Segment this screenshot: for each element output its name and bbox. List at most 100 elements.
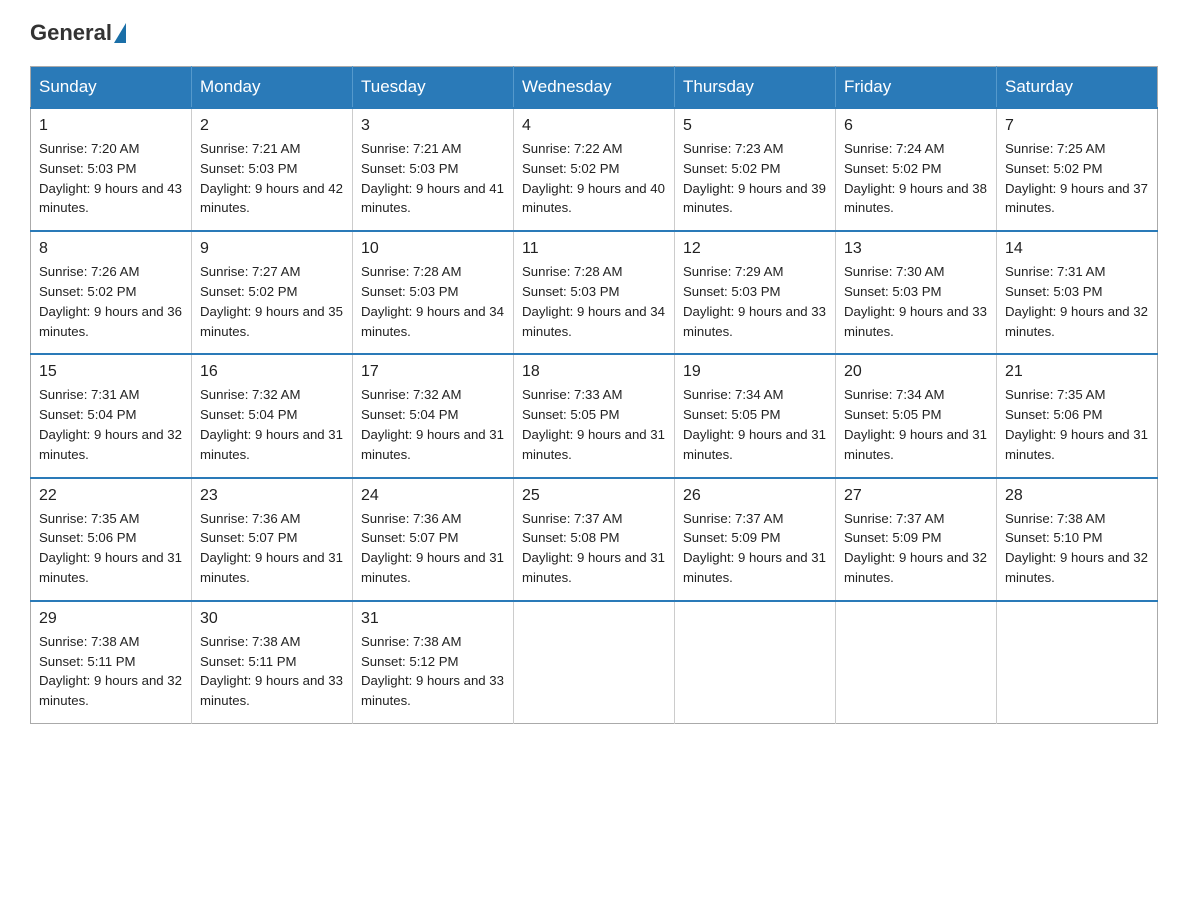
day-info: Sunrise: 7:32 AMSunset: 5:04 PMDaylight:…	[361, 385, 505, 464]
day-info: Sunrise: 7:25 AMSunset: 5:02 PMDaylight:…	[1005, 139, 1149, 218]
calendar-cell: 28 Sunrise: 7:38 AMSunset: 5:10 PMDayligh…	[997, 478, 1158, 601]
day-info: Sunrise: 7:28 AMSunset: 5:03 PMDaylight:…	[361, 262, 505, 341]
calendar-cell: 19 Sunrise: 7:34 AMSunset: 5:05 PMDayligh…	[675, 354, 836, 477]
day-number: 10	[361, 240, 505, 258]
day-number: 1	[39, 117, 183, 135]
day-number: 28	[1005, 487, 1149, 505]
day-info: Sunrise: 7:38 AMSunset: 5:11 PMDaylight:…	[200, 632, 344, 711]
day-number: 27	[844, 487, 988, 505]
day-number: 13	[844, 240, 988, 258]
calendar-cell: 23 Sunrise: 7:36 AMSunset: 5:07 PMDayligh…	[192, 478, 353, 601]
day-number: 23	[200, 487, 344, 505]
calendar-cell	[514, 601, 675, 724]
calendar-cell: 25 Sunrise: 7:37 AMSunset: 5:08 PMDayligh…	[514, 478, 675, 601]
day-header-saturday: Saturday	[997, 67, 1158, 109]
calendar-cell	[675, 601, 836, 724]
day-info: Sunrise: 7:22 AMSunset: 5:02 PMDaylight:…	[522, 139, 666, 218]
day-info: Sunrise: 7:26 AMSunset: 5:02 PMDaylight:…	[39, 262, 183, 341]
day-number: 20	[844, 363, 988, 381]
day-info: Sunrise: 7:21 AMSunset: 5:03 PMDaylight:…	[200, 139, 344, 218]
calendar-cell: 18 Sunrise: 7:33 AMSunset: 5:05 PMDayligh…	[514, 354, 675, 477]
day-number: 6	[844, 117, 988, 135]
calendar-week-row: 22 Sunrise: 7:35 AMSunset: 5:06 PMDayligh…	[31, 478, 1158, 601]
day-info: Sunrise: 7:36 AMSunset: 5:07 PMDaylight:…	[361, 509, 505, 588]
calendar-cell: 20 Sunrise: 7:34 AMSunset: 5:05 PMDayligh…	[836, 354, 997, 477]
day-info: Sunrise: 7:35 AMSunset: 5:06 PMDaylight:…	[39, 509, 183, 588]
day-number: 3	[361, 117, 505, 135]
day-info: Sunrise: 7:37 AMSunset: 5:09 PMDaylight:…	[844, 509, 988, 588]
day-number: 22	[39, 487, 183, 505]
calendar-cell: 24 Sunrise: 7:36 AMSunset: 5:07 PMDayligh…	[353, 478, 514, 601]
day-info: Sunrise: 7:20 AMSunset: 5:03 PMDaylight:…	[39, 139, 183, 218]
logo-general-text: General	[30, 20, 112, 46]
day-number: 8	[39, 240, 183, 258]
calendar-cell: 6 Sunrise: 7:24 AMSunset: 5:02 PMDaylight…	[836, 108, 997, 231]
day-info: Sunrise: 7:27 AMSunset: 5:02 PMDaylight:…	[200, 262, 344, 341]
calendar-week-row: 15Sunrise: 7:31 AMSunset: 5:04 PMDayligh…	[31, 354, 1158, 477]
day-number: 30	[200, 610, 344, 628]
day-info: Sunrise: 7:38 AMSunset: 5:12 PMDaylight:…	[361, 632, 505, 711]
day-number: 25	[522, 487, 666, 505]
calendar-cell: 30 Sunrise: 7:38 AMSunset: 5:11 PMDayligh…	[192, 601, 353, 724]
day-header-monday: Monday	[192, 67, 353, 109]
day-number: 17	[361, 363, 505, 381]
logo: General	[30, 20, 128, 46]
day-info: Sunrise: 7:32 AMSunset: 5:04 PMDaylight:…	[200, 385, 344, 464]
day-info: Sunrise: 7:36 AMSunset: 5:07 PMDaylight:…	[200, 509, 344, 588]
day-header-thursday: Thursday	[675, 67, 836, 109]
day-number: 5	[683, 117, 827, 135]
day-info: Sunrise: 7:38 AMSunset: 5:10 PMDaylight:…	[1005, 509, 1149, 588]
calendar-cell: 22 Sunrise: 7:35 AMSunset: 5:06 PMDayligh…	[31, 478, 192, 601]
day-header-sunday: Sunday	[31, 67, 192, 109]
day-info: Sunrise: 7:34 AMSunset: 5:05 PMDaylight:…	[844, 385, 988, 464]
calendar-cell	[997, 601, 1158, 724]
calendar-cell: 21Sunrise: 7:35 AMSunset: 5:06 PMDayligh…	[997, 354, 1158, 477]
day-number: 16	[200, 363, 344, 381]
day-number: 14	[1005, 240, 1149, 258]
calendar-week-row: 1 Sunrise: 7:20 AMSunset: 5:03 PMDaylight…	[31, 108, 1158, 231]
calendar-cell: 7Sunrise: 7:25 AMSunset: 5:02 PMDaylight…	[997, 108, 1158, 231]
day-number: 26	[683, 487, 827, 505]
day-info: Sunrise: 7:34 AMSunset: 5:05 PMDaylight:…	[683, 385, 827, 464]
calendar-cell: 3Sunrise: 7:21 AMSunset: 5:03 PMDaylight…	[353, 108, 514, 231]
day-info: Sunrise: 7:28 AMSunset: 5:03 PMDaylight:…	[522, 262, 666, 341]
calendar-cell: 4 Sunrise: 7:22 AMSunset: 5:02 PMDaylight…	[514, 108, 675, 231]
calendar-cell: 16 Sunrise: 7:32 AMSunset: 5:04 PMDayligh…	[192, 354, 353, 477]
day-info: Sunrise: 7:31 AMSunset: 5:03 PMDaylight:…	[1005, 262, 1149, 341]
day-number: 4	[522, 117, 666, 135]
calendar-week-row: 29 Sunrise: 7:38 AMSunset: 5:11 PMDayligh…	[31, 601, 1158, 724]
day-info: Sunrise: 7:37 AMSunset: 5:08 PMDaylight:…	[522, 509, 666, 588]
day-number: 11	[522, 240, 666, 258]
day-number: 31	[361, 610, 505, 628]
day-header-wednesday: Wednesday	[514, 67, 675, 109]
calendar-cell: 29 Sunrise: 7:38 AMSunset: 5:11 PMDayligh…	[31, 601, 192, 724]
calendar-cell: 15Sunrise: 7:31 AMSunset: 5:04 PMDayligh…	[31, 354, 192, 477]
page-header: General	[30, 20, 1158, 46]
day-info: Sunrise: 7:30 AMSunset: 5:03 PMDaylight:…	[844, 262, 988, 341]
day-info: Sunrise: 7:23 AMSunset: 5:02 PMDaylight:…	[683, 139, 827, 218]
day-info: Sunrise: 7:24 AMSunset: 5:02 PMDaylight:…	[844, 139, 988, 218]
calendar-cell: 8 Sunrise: 7:26 AMSunset: 5:02 PMDaylight…	[31, 231, 192, 354]
calendar-cell: 9Sunrise: 7:27 AMSunset: 5:02 PMDaylight…	[192, 231, 353, 354]
day-number: 24	[361, 487, 505, 505]
day-number: 18	[522, 363, 666, 381]
day-info: Sunrise: 7:33 AMSunset: 5:05 PMDaylight:…	[522, 385, 666, 464]
calendar-header-row: SundayMondayTuesdayWednesdayThursdayFrid…	[31, 67, 1158, 109]
day-number: 29	[39, 610, 183, 628]
day-info: Sunrise: 7:31 AMSunset: 5:04 PMDaylight:…	[39, 385, 183, 464]
calendar-cell	[836, 601, 997, 724]
calendar-cell: 27 Sunrise: 7:37 AMSunset: 5:09 PMDayligh…	[836, 478, 997, 601]
calendar-cell: 12Sunrise: 7:29 AMSunset: 5:03 PMDayligh…	[675, 231, 836, 354]
calendar-cell: 17 Sunrise: 7:32 AMSunset: 5:04 PMDayligh…	[353, 354, 514, 477]
calendar-week-row: 8 Sunrise: 7:26 AMSunset: 5:02 PMDaylight…	[31, 231, 1158, 354]
calendar-cell: 10 Sunrise: 7:28 AMSunset: 5:03 PMDayligh…	[353, 231, 514, 354]
calendar-cell: 14 Sunrise: 7:31 AMSunset: 5:03 PMDayligh…	[997, 231, 1158, 354]
day-number: 19	[683, 363, 827, 381]
calendar-cell: 31 Sunrise: 7:38 AMSunset: 5:12 PMDayligh…	[353, 601, 514, 724]
calendar-cell: 1 Sunrise: 7:20 AMSunset: 5:03 PMDaylight…	[31, 108, 192, 231]
day-info: Sunrise: 7:37 AMSunset: 5:09 PMDaylight:…	[683, 509, 827, 588]
day-number: 2	[200, 117, 344, 135]
day-info: Sunrise: 7:38 AMSunset: 5:11 PMDaylight:…	[39, 632, 183, 711]
day-number: 21	[1005, 363, 1149, 381]
calendar-cell: 13 Sunrise: 7:30 AMSunset: 5:03 PMDayligh…	[836, 231, 997, 354]
